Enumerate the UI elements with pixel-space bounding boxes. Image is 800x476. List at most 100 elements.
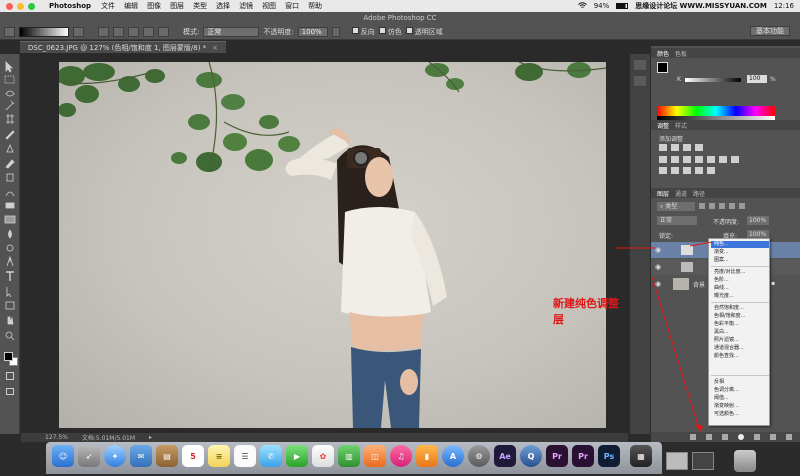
zoom-button[interactable] [28,2,35,10]
link-layers-icon[interactable] [690,434,696,440]
foreground-background-colors[interactable] [4,352,18,366]
history-panel-icon[interactable] [634,60,646,70]
menu-item-color-lookup[interactable]: 颜色查找... [711,353,769,360]
menu-item-color-balance[interactable]: 色彩平衡... [711,321,769,328]
menu-item-vibrance[interactable]: 自然饱和度... [711,305,769,312]
reverse-checkbox[interactable]: 反向 [351,26,375,37]
visibility-eye-icon-2[interactable]: ◉ [655,263,661,271]
tab-swatches[interactable]: 色板 [675,49,687,58]
battery-icon[interactable] [616,3,629,9]
itunes-icon[interactable]: ♫ [390,445,412,467]
radial-gradient-button[interactable] [113,26,124,37]
launchpad-icon[interactable]: ➶ [78,445,100,467]
reminders-icon[interactable]: ☰ [234,445,256,467]
mail-icon[interactable]: ✉ [130,445,152,467]
menu-item-levels[interactable]: 色阶... [711,277,769,284]
photos-icon[interactable]: ✿ [312,445,334,467]
screen-mode-icon[interactable] [6,388,14,395]
menu-image[interactable]: 图像 [147,1,161,11]
dock-screenshot-icon[interactable] [692,452,714,470]
menu-view[interactable]: 视图 [262,1,276,11]
dock-stack-icon[interactable] [666,452,688,470]
menu-help[interactable]: 帮助 [308,1,322,11]
tab-layers[interactable]: 图层 [657,189,669,198]
dither-checkbox[interactable]: 仿色 [378,26,402,37]
menu-edit[interactable]: 编辑 [124,1,138,11]
app-store-icon[interactable]: A [442,445,464,467]
menu-window[interactable]: 窗口 [285,1,299,11]
tab-adjustments[interactable]: 调整 [657,121,669,130]
menu-item-posterize[interactable]: 色调分离... [711,387,769,394]
opacity-input[interactable]: 100% [297,26,328,37]
numbers-icon[interactable]: ▥ [338,445,360,467]
new-adjustment-icon[interactable] [738,434,744,440]
photoshop-icon[interactable]: Ps [598,445,620,467]
visibility-eye-icon[interactable]: ◉ [655,246,661,254]
trash-dock-icon[interactable] [734,450,756,472]
minimize-button[interactable] [17,2,24,10]
menu-select[interactable]: 选择 [216,1,230,11]
blend-mode-select[interactable]: 正常 [657,216,697,225]
shape-filter-icon[interactable] [729,203,735,209]
battery-percent[interactable]: 94% [594,2,610,10]
menu-item-threshold[interactable]: 阈值... [711,395,769,402]
tab-paths[interactable]: 路径 [693,189,705,198]
menu-item-photo-filter[interactable]: 照片滤镜... [711,337,769,344]
system-preferences-icon[interactable]: ⚙ [468,445,490,467]
document-tab[interactable]: DSC_0623.JPG @ 127% (色相/饱和度 1, 图层蒙版/8) *… [20,41,227,53]
clock[interactable]: 12:16 [774,2,794,10]
premiere-icon[interactable]: Pr [546,445,568,467]
k-value-input[interactable]: 100 [747,75,767,83]
visibility-eye-icon-3[interactable]: ◉ [655,280,661,288]
contacts-icon[interactable]: ▤ [156,445,178,467]
messages-icon[interactable]: ✆ [260,445,282,467]
finder-icon[interactable]: ☺ [52,445,74,467]
tool-preset-picker[interactable] [4,26,15,37]
status-chevron-icon[interactable]: ▸ [149,434,152,441]
linear-gradient-button[interactable] [98,26,109,37]
k-slider[interactable] [685,78,741,82]
layer-kind-filter[interactable]: ⌕ 类型 [657,202,695,211]
trash-icon[interactable] [786,434,792,440]
after-effects-icon[interactable]: Ae [494,445,516,467]
menu-item-black-white[interactable]: 黑白... [711,329,769,336]
downloads-stack-icon[interactable]: ▦ [630,445,652,467]
properties-panel-icon[interactable] [634,76,646,86]
app-menu[interactable]: Photoshop [49,2,91,10]
menu-filter[interactable]: 滤镜 [239,1,253,11]
facetime-icon[interactable]: ▶ [286,445,308,467]
adjustment-icons[interactable] [659,144,769,174]
mode-select[interactable]: 正常 [203,26,260,37]
add-mask-icon[interactable] [722,434,728,440]
opacity-chevron[interactable] [331,26,340,37]
keynote-icon[interactable]: ◫ [364,445,386,467]
adjust-filter-icon[interactable] [709,203,715,209]
tab-color[interactable]: 颜色 [657,49,669,58]
fx-icon[interactable] [706,434,712,440]
menu-item-hue-saturation[interactable]: 色相/饱和度... [711,313,769,320]
zoom-level[interactable]: 127.5% [45,434,68,441]
notes-icon[interactable]: ≡ [208,445,230,467]
tab-channels[interactable]: 通道 [675,189,687,198]
type-filter-icon[interactable] [719,203,725,209]
tab-styles[interactable]: 样式 [675,121,687,130]
menu-item-gradient-map[interactable]: 渐变映射... [711,403,769,410]
canvas-area[interactable]: 新建纯色调整层 [21,54,628,432]
reflected-gradient-button[interactable] [143,26,154,37]
menu-file[interactable]: 文件 [101,1,115,11]
gradient-picker-chevron[interactable] [73,26,84,37]
foreground-color-swatch[interactable] [4,352,13,361]
menu-item-exposure[interactable]: 曝光度... [711,293,769,300]
menu-type[interactable]: 类型 [193,1,207,11]
safari-icon[interactable]: ✦ [104,445,126,467]
menu-item-pattern[interactable]: 图案... [711,257,769,264]
diamond-gradient-button[interactable] [158,26,169,37]
menu-item-curves[interactable]: 曲线... [711,285,769,292]
menu-item-invert[interactable]: 反相 [711,379,769,386]
menu-item-channel-mixer[interactable]: 通道混合器... [711,345,769,352]
quick-mask-icon[interactable] [6,372,14,380]
pixel-filter-icon[interactable] [699,203,705,209]
ibooks-icon[interactable]: ▮ [416,445,438,467]
new-layer-icon[interactable] [770,434,776,440]
smart-filter-icon[interactable] [739,203,745,209]
